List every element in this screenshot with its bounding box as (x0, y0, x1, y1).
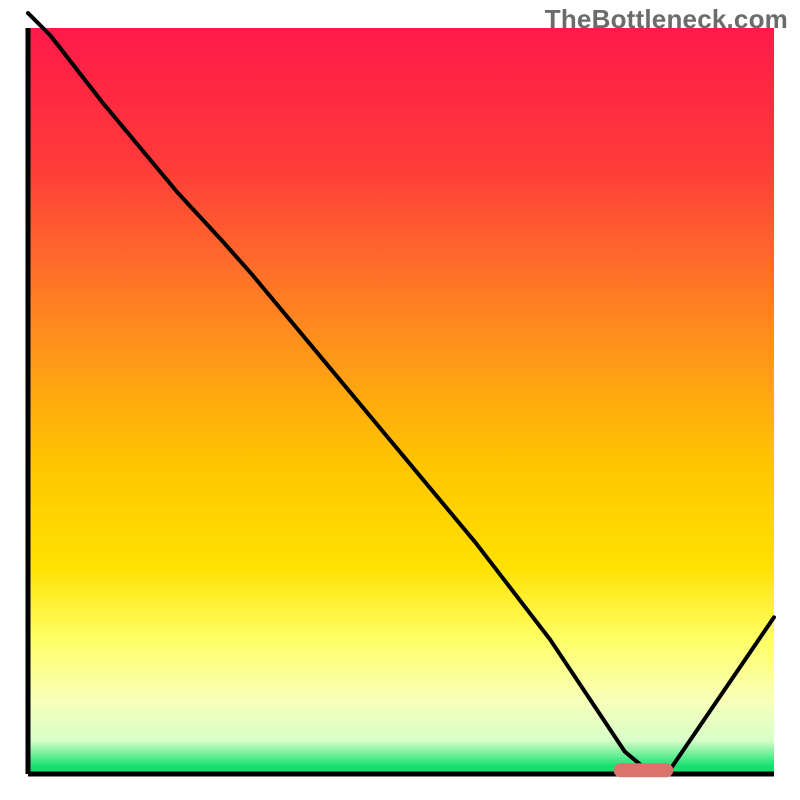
optimal-range-marker (614, 763, 674, 777)
plot-background (28, 28, 774, 774)
chart-container: TheBottleneck.com (0, 0, 800, 800)
watermark-text: TheBottleneck.com (545, 4, 788, 35)
bottleneck-chart (0, 0, 800, 800)
